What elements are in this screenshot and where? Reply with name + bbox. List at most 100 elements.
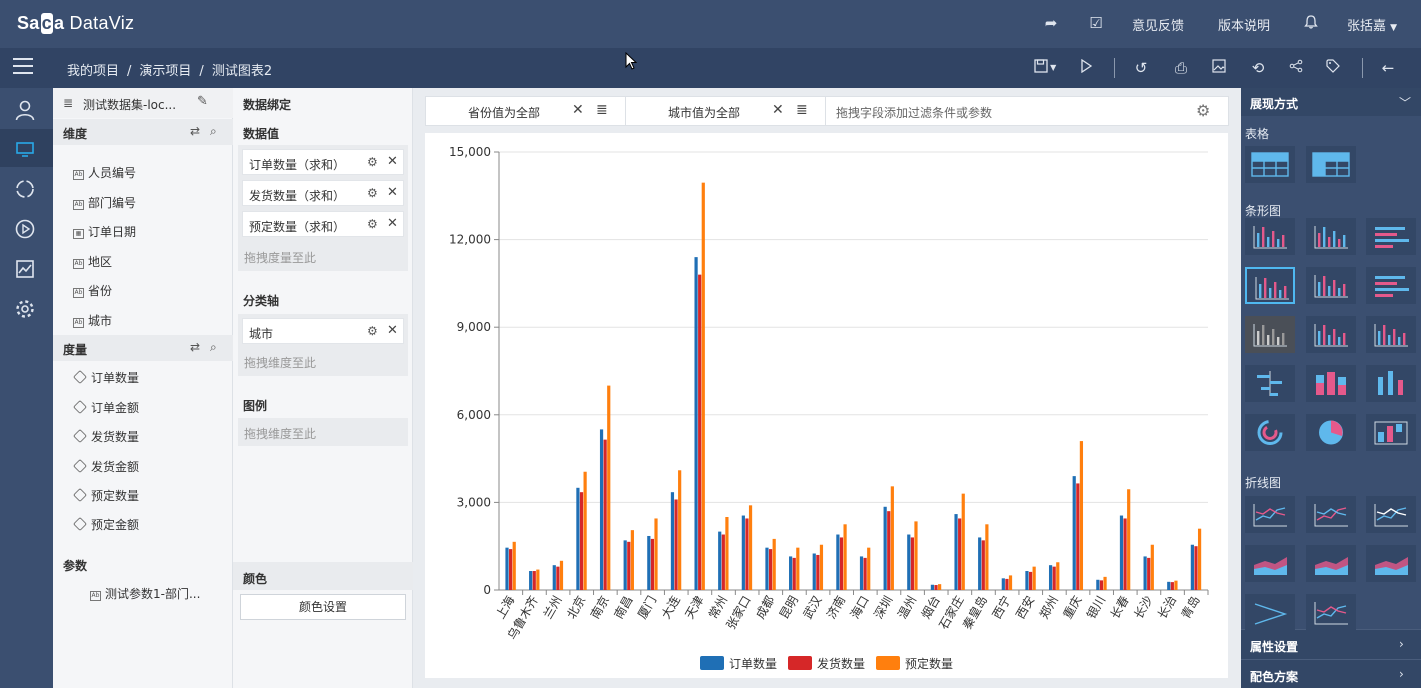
field-measure[interactable]: 预定金额 [72,516,139,536]
field-dimension[interactable]: Ab 城市 [73,312,112,332]
attr-settings-header[interactable]: 属性设置 › [1241,629,1421,659]
feedback-link[interactable]: 意见反馈 [1132,15,1184,34]
nav-settings-icon[interactable] [0,289,53,327]
chart-type-capsule[interactable] [1366,365,1416,402]
chart-type-area[interactable] [1245,545,1295,582]
bar-ship [627,541,631,590]
search-icon[interactable]: ⌕ [210,124,217,139]
field-measure[interactable]: 订单数量 [72,369,139,389]
chart-type-line-dot[interactable] [1306,594,1356,631]
legend-dropzone[interactable]: 拖拽维度至此 [238,418,408,446]
field-dimension[interactable]: Ab 部门编号 [73,194,136,214]
menu-icon[interactable]: ≣ [796,102,808,118]
gear-icon[interactable]: ⚙ [367,186,378,200]
chart-type-hbar-grouped[interactable] [1366,267,1416,304]
image-icon[interactable] [1209,58,1229,78]
gears-icon[interactable]: ⚙ [1196,101,1210,120]
close-icon[interactable]: ✕ [572,102,584,118]
play-icon[interactable] [1076,58,1096,78]
field-measure[interactable]: 订单金额 [72,399,139,419]
chart-type-hbar[interactable] [1366,218,1416,255]
breadcrumb-item[interactable]: 演示项目 [139,64,191,79]
field-measure[interactable]: 发货金额 [72,458,139,478]
chart-type-line[interactable] [1245,496,1295,533]
history-icon[interactable]: ↺ [1131,58,1151,78]
bar-ship [792,557,796,590]
hamburger-menu-icon[interactable] [13,58,33,76]
color-settings-button[interactable]: 颜色设置 [240,594,406,620]
chart-type-table[interactable] [1245,146,1295,183]
color-scheme-header[interactable]: 配色方案 › [1241,659,1421,688]
chart-type-rose[interactable] [1306,414,1356,451]
chart-type-bar[interactable] [1245,218,1295,255]
bar-order [694,257,698,590]
edit-icon[interactable]: ✎ [197,94,208,109]
refresh-icon[interactable]: ⟲ [1248,58,1268,78]
close-icon[interactable]: ✕ [387,154,398,169]
close-icon[interactable]: ✕ [387,185,398,200]
chart-type-line-multi[interactable] [1306,496,1356,533]
chart-type-area-stacked[interactable] [1306,545,1356,582]
chart-type-3d-bar[interactable] [1306,365,1356,402]
dataset-name[interactable]: 测试数据集-loc... [83,96,176,113]
value-pill[interactable]: 预定数量（求和） ⚙ ✕ [242,211,404,237]
field-measure[interactable]: 预定数量 [72,487,139,507]
print-icon[interactable]: ⎙ [1171,58,1191,78]
chart-type-bar-stacked[interactable] [1306,218,1356,255]
save-icon[interactable]: ▼ [1030,58,1060,78]
nav-user-icon[interactable] [0,90,53,128]
edit-box-icon[interactable]: ☑ [1087,14,1105,32]
nav-dashboard-icon[interactable] [0,129,53,167]
close-icon[interactable]: ✕ [387,323,398,338]
chart-type-diverging[interactable] [1245,365,1295,402]
chart-type-bar-grouped[interactable] [1245,267,1295,304]
user-menu[interactable]: 张括嘉 ▼ [1347,15,1397,34]
chart-type-bar-multi[interactable] [1306,267,1356,304]
field-dimension[interactable]: Ab 地区 [73,253,112,273]
share-icon[interactable]: ➦ [1042,14,1060,32]
nav-chart-icon[interactable] [0,249,53,287]
nav-play-icon[interactable] [0,209,53,247]
chart-type-bar-combo[interactable] [1366,316,1416,353]
chart-type-bar-gray[interactable] [1245,316,1295,353]
gear-icon[interactable]: ⚙ [367,155,378,169]
field-param[interactable]: Ab 测试参数1-部门... [90,585,200,605]
nav-cycle-icon[interactable] [0,169,53,207]
axis-dropzone[interactable]: 城市 ⚙ ✕ 拖拽维度至此 [238,314,408,376]
field-dimension[interactable]: Ab 省份 [73,282,112,302]
chart-type-bar-line[interactable] [1306,316,1356,353]
value-pill[interactable]: 订单数量（求和） ⚙ ✕ [242,149,404,175]
chart-type-ring[interactable] [1245,414,1295,451]
x-tick-label: 西安 [1012,593,1037,621]
field-dimension[interactable]: ▦ 订单日期 [73,223,136,243]
back-arrow-icon[interactable]: ← [1378,58,1398,78]
swap-icon[interactable]: ⇄ [190,124,200,138]
bar-order [836,534,840,590]
gear-icon[interactable]: ⚙ [367,324,378,338]
tag-icon[interactable] [1323,58,1343,78]
filter-province[interactable]: 省份值为全部 ✕ ≣ [426,97,626,125]
gear-icon[interactable]: ⚙ [367,217,378,231]
chart-type-area-percent[interactable] [1366,545,1416,582]
field-measure[interactable]: 发货数量 [72,428,139,448]
display-header[interactable]: 展现方式 ﹀ [1241,88,1421,116]
swap-icon[interactable]: ⇄ [190,340,200,354]
chart-type-line-step[interactable] [1366,496,1416,533]
chart-type-crosstab[interactable] [1306,146,1356,183]
field-dimension[interactable]: Ab 人员编号 [73,164,136,184]
close-icon[interactable]: ✕ [387,216,398,231]
search-icon[interactable]: ⌕ [210,340,217,355]
value-pill[interactable]: 发货数量（求和） ⚙ ✕ [242,180,404,206]
app-logo[interactable]: Sa c a DataViz [17,13,134,34]
values-dropzone[interactable]: 订单数量（求和） ⚙ ✕ 发货数量（求和） ⚙ ✕ 预定数量（求和） ⚙ ✕ 拖拽度量至此 [238,145,408,271]
chart-type-radar[interactable] [1245,594,1295,631]
breadcrumb-item[interactable]: 我的项目 [67,64,119,79]
close-icon[interactable]: ✕ [772,102,784,118]
menu-icon[interactable]: ≣ [596,102,608,118]
filter-city[interactable]: 城市值为全部 ✕ ≣ [626,97,826,125]
axis-pill[interactable]: 城市 ⚙ ✕ [242,318,404,344]
share-nodes-icon[interactable] [1286,58,1306,78]
chart-type-waterfall[interactable] [1366,414,1416,451]
bell-icon[interactable] [1302,14,1320,32]
version-link[interactable]: 版本说明 [1218,15,1270,34]
